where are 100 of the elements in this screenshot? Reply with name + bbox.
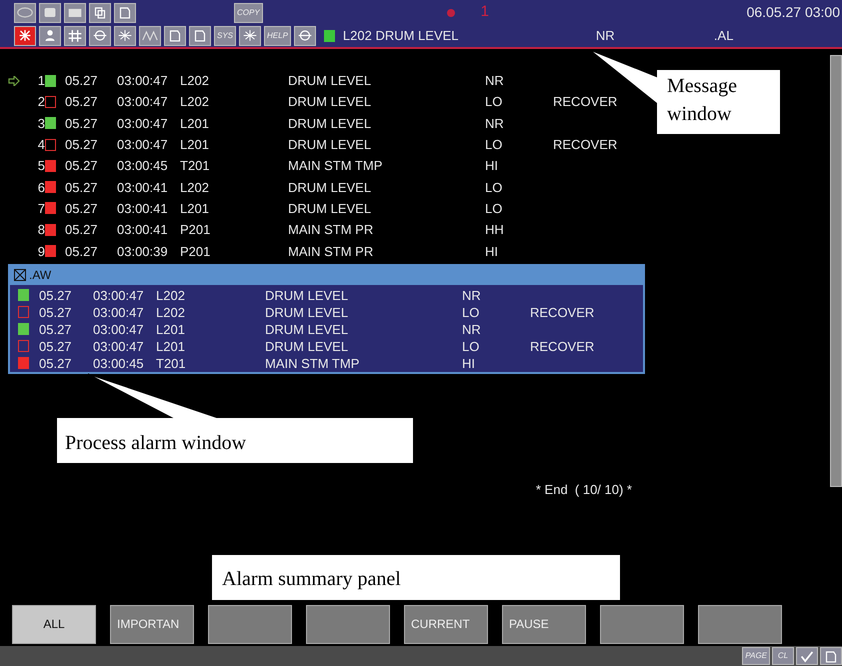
callout-label: Alarm summary panel — [212, 555, 620, 600]
alarm-note: RECOVER — [530, 338, 594, 354]
alarm-tag: L202 — [180, 73, 209, 88]
alarm-time: 03:00:47 — [93, 304, 144, 320]
function-key[interactable]: ALL — [12, 604, 96, 644]
check-icon[interactable] — [796, 647, 818, 665]
toolbar-button[interactable]: HELP — [264, 26, 291, 46]
alarm-date: 05.27 — [39, 322, 72, 337]
message-text: L202 DRUM LEVEL — [342, 26, 460, 45]
row-number: 9 — [36, 244, 45, 258]
alarm-time: 03:00:47 — [93, 288, 144, 303]
alarm-status: NR — [462, 288, 481, 303]
alarm-tag: L202 — [180, 94, 209, 110]
row-number: 4 — [36, 138, 45, 152]
document-icon[interactable] — [189, 26, 211, 46]
document-icon[interactable] — [114, 2, 136, 22]
operator-icon[interactable] — [14, 2, 36, 22]
alarm-description: DRUM LEVEL — [288, 73, 372, 88]
alarm-status: NR — [485, 116, 504, 131]
alarm-icon[interactable] — [14, 26, 36, 46]
toolbar-button[interactable]: SYS — [214, 26, 236, 46]
asterisk-icon[interactable] — [239, 26, 262, 46]
row-number: 3 — [36, 116, 45, 130]
alarm-description: DRUM LEVEL — [288, 180, 372, 195]
alarm-status: LO — [462, 338, 480, 354]
alarm-date: 05.27 — [65, 73, 98, 88]
date-time: 06.05.27 03:00 — [746, 3, 840, 22]
hash-icon[interactable] — [64, 26, 86, 46]
alarm-description: DRUM LEVEL — [288, 116, 372, 131]
alarm-status: NR — [462, 322, 481, 337]
alarm-date: 05.27 — [65, 116, 98, 131]
alarm-time: 03:00:47 — [117, 116, 168, 131]
alarm-tag: L201 — [180, 200, 209, 216]
function-key[interactable]: IMPORTAN — [110, 604, 194, 644]
alarm-description: DRUM LEVEL — [265, 338, 348, 354]
alarm-note: RECOVER — [553, 94, 618, 110]
function-key[interactable]: CURRENT — [404, 604, 488, 644]
alarm-description: DRUM LEVEL — [265, 288, 348, 303]
alarm-tag: T201 — [156, 356, 186, 371]
alarm-tag: L202 — [156, 304, 185, 320]
row-number: 7 — [36, 202, 45, 215]
alarm-tag: L201 — [156, 338, 185, 354]
alarm-tag: L202 — [180, 180, 209, 195]
alarm-time: 03:00:47 — [117, 137, 168, 152]
alarm-status: HI — [485, 244, 498, 259]
list-end-label: * End ( 10/ 10) * — [536, 480, 632, 499]
alarm-tag: L201 — [180, 137, 209, 152]
alarm-description: MAIN STM PR — [288, 222, 374, 238]
alarm-status: LO — [485, 137, 502, 152]
asterisk-icon[interactable] — [114, 26, 136, 46]
alarm-time: 03:00:41 — [117, 180, 168, 195]
alarm-tag: L201 — [156, 322, 185, 337]
alarm-status: HI — [485, 158, 498, 174]
person-icon[interactable] — [39, 26, 61, 46]
toolbar-button[interactable]: PAGE — [742, 647, 770, 665]
toolbar-button[interactable]: CL — [772, 647, 794, 665]
alarm-tag: P201 — [180, 244, 210, 259]
row-number: 1 — [36, 74, 45, 88]
alarm-tag: P201 — [180, 222, 210, 238]
alarm-description: MAIN STM TMP — [265, 356, 360, 371]
toolbar-button[interactable]: COPY — [234, 2, 263, 22]
wave-icon[interactable] — [139, 26, 161, 46]
alarm-date: 05.27 — [65, 158, 98, 174]
window-icon[interactable] — [39, 2, 61, 22]
alarm-date: 05.27 — [39, 356, 72, 371]
row-number: 8 — [36, 223, 45, 236]
alarm-date: 05.27 — [39, 304, 72, 320]
alarm-status: LO — [485, 180, 502, 195]
alarm-status: LO — [485, 200, 502, 216]
alarm-date: 05.27 — [39, 338, 72, 354]
function-key[interactable]: PAUSE — [502, 604, 586, 644]
callout-label: Message window — [657, 70, 780, 134]
alarm-date: 05.27 — [39, 288, 72, 303]
alarm-date: 05.27 — [65, 137, 98, 152]
alarm-description: MAIN STM TMP — [288, 158, 382, 174]
alarm-description: DRUM LEVEL — [288, 137, 372, 152]
alarm-date: 05.27 — [65, 244, 98, 259]
message-status: NR — [596, 26, 616, 45]
alarm-status: HI — [462, 356, 475, 371]
close-icon[interactable] — [14, 269, 26, 282]
document-icon[interactable] — [164, 26, 186, 46]
alarm-time: 03:00:39 — [117, 244, 168, 259]
copy-icon[interactable] — [89, 2, 111, 22]
alarm-time: 03:00:47 — [93, 322, 144, 337]
message-window-name: .AL — [714, 26, 734, 45]
alarm-status: NR — [485, 73, 504, 88]
alarm-tag: L202 — [156, 288, 185, 303]
alarm-tag: T201 — [180, 158, 210, 174]
alarm-time: 03:00:45 — [93, 356, 144, 371]
alarm-description: DRUM LEVEL — [265, 322, 348, 337]
alarm-tag: L201 — [180, 116, 209, 131]
alarm-note: RECOVER — [553, 137, 618, 152]
alarm-time: 03:00:47 — [117, 94, 168, 110]
window-title: .AW — [29, 267, 52, 284]
alarm-note: RECOVER — [530, 304, 594, 320]
printer-icon[interactable] — [64, 2, 86, 22]
alarm-description: DRUM LEVEL — [288, 94, 372, 110]
alarm-time: 03:00:47 — [93, 338, 144, 354]
alarm-count: 1 — [480, 2, 490, 22]
alarm-time: 03:00:45 — [117, 158, 168, 174]
